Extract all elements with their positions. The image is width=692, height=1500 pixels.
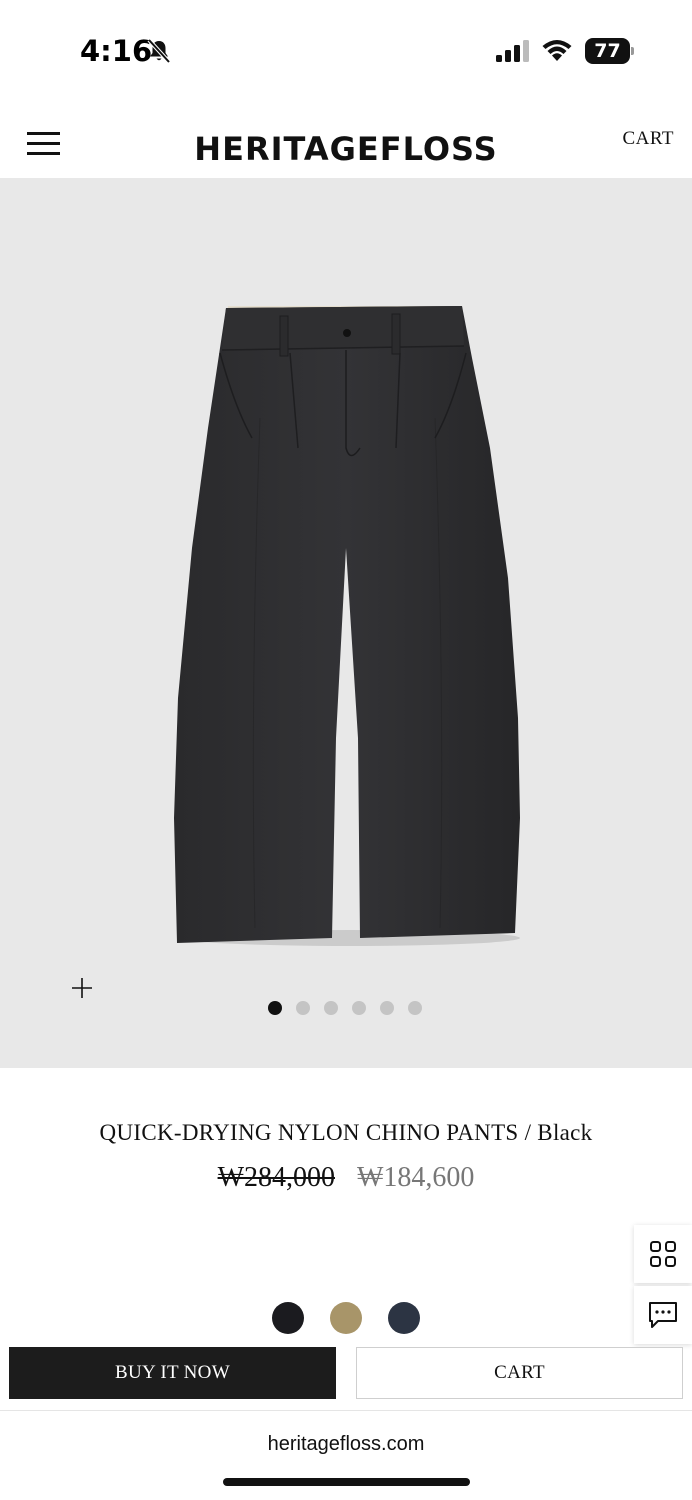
status-bar: 4:16 77 <box>0 0 692 100</box>
browser-url-bar: heritagefloss.com <box>0 1410 692 1500</box>
site-header: HERITAGEFLOSS CART <box>0 100 692 178</box>
color-swatch-beige[interactable] <box>330 1302 362 1334</box>
gallery-dot[interactable] <box>352 1001 366 1015</box>
gallery-dot[interactable] <box>380 1001 394 1015</box>
gallery-pagination <box>268 1001 422 1015</box>
url-text[interactable]: heritagefloss.com <box>0 1433 692 1456</box>
zoom-plus-icon[interactable] <box>70 976 94 1000</box>
gallery-dot[interactable] <box>408 1001 422 1015</box>
chat-bubble-icon <box>649 1302 677 1328</box>
add-to-cart-button[interactable]: CART <box>356 1347 683 1399</box>
home-indicator[interactable] <box>223 1478 470 1486</box>
original-price: ₩284,000 <box>217 1162 335 1193</box>
product-image-gallery[interactable] <box>0 178 692 1068</box>
battery-icon: 77 <box>585 38 635 64</box>
gallery-dot[interactable] <box>296 1001 310 1015</box>
signal-icon <box>496 40 529 62</box>
header-cart-link[interactable]: CART <box>622 128 674 150</box>
buy-now-button[interactable]: BUY IT NOW <box>9 1347 336 1399</box>
battery-tip <box>631 47 634 55</box>
gallery-dot[interactable] <box>324 1001 338 1015</box>
color-swatch-navy[interactable] <box>388 1302 420 1334</box>
gallery-dot[interactable] <box>268 1001 282 1015</box>
grid-view-button[interactable] <box>634 1225 692 1283</box>
sale-price: ₩184,600 <box>357 1162 475 1193</box>
status-time: 4:16 <box>80 34 153 68</box>
bell-slash-icon <box>147 38 171 64</box>
product-prices: ₩284,000 ₩184,600 <box>0 1162 692 1194</box>
wifi-icon <box>542 40 572 61</box>
product-image <box>174 306 520 946</box>
product-title: QUICK-DRYING NYLON CHINO PANTS / Black <box>99 1120 593 1145</box>
grid-icon <box>650 1241 676 1267</box>
color-options <box>272 1302 420 1334</box>
chat-button[interactable] <box>634 1286 692 1344</box>
color-swatch-black[interactable] <box>272 1302 304 1334</box>
battery-level: 77 <box>585 38 630 64</box>
brand-logo[interactable]: HERITAGEFLOSS <box>0 130 692 168</box>
